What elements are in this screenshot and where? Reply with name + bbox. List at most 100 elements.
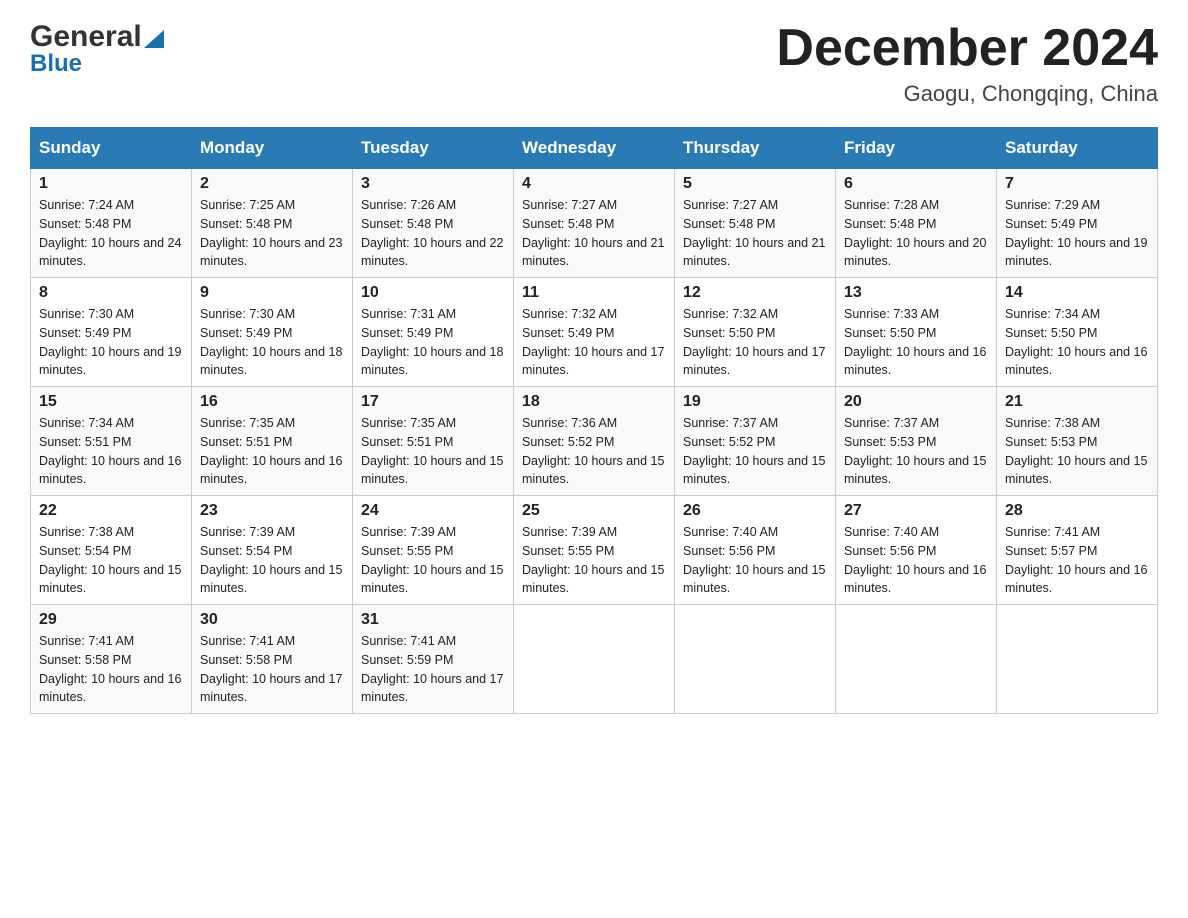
- day-number: 28: [1005, 502, 1149, 520]
- title-block: December 2024 Gaogu, Chongqing, China: [776, 20, 1158, 107]
- day-number: 18: [522, 393, 666, 411]
- calendar-cell: 31Sunrise: 7:41 AMSunset: 5:59 PMDayligh…: [353, 605, 514, 714]
- day-number: 10: [361, 284, 505, 302]
- calendar-cell: 11 Sunrise: 7:32 AMSunset: 5:49 PMDayligh…: [514, 278, 675, 387]
- day-info: Sunrise: 7:34 AMSunset: 5:50 PMDaylight:…: [1005, 305, 1149, 380]
- day-number: 3: [361, 175, 505, 193]
- day-info: Sunrise: 7:37 AMSunset: 5:53 PMDaylight:…: [844, 414, 988, 489]
- calendar-cell: [675, 605, 836, 714]
- header-friday: Friday: [836, 128, 997, 169]
- day-number: 25: [522, 502, 666, 520]
- calendar-cell: 4 Sunrise: 7:27 AMSunset: 5:48 PMDaylight…: [514, 169, 675, 278]
- calendar-header-row: SundayMondayTuesdayWednesdayThursdayFrid…: [31, 128, 1158, 169]
- day-number: 8: [39, 284, 183, 302]
- calendar-cell: 21 Sunrise: 7:38 AMSunset: 5:53 PMDayligh…: [997, 387, 1158, 496]
- calendar-cell: 1 Sunrise: 7:24 AMSunset: 5:48 PMDaylight…: [31, 169, 192, 278]
- day-number: 7: [1005, 175, 1149, 193]
- day-number: 13: [844, 284, 988, 302]
- calendar-week-row: 1 Sunrise: 7:24 AMSunset: 5:48 PMDaylight…: [31, 169, 1158, 278]
- day-number: 26: [683, 502, 827, 520]
- day-info: Sunrise: 7:39 AMSunset: 5:55 PMDaylight:…: [522, 523, 666, 598]
- day-info: Sunrise: 7:31 AMSunset: 5:49 PMDaylight:…: [361, 305, 505, 380]
- calendar-cell: 27 Sunrise: 7:40 AMSunset: 5:56 PMDayligh…: [836, 496, 997, 605]
- calendar-cell: [836, 605, 997, 714]
- calendar-cell: 9 Sunrise: 7:30 AMSunset: 5:49 PMDaylight…: [192, 278, 353, 387]
- calendar-cell: 30 Sunrise: 7:41 AMSunset: 5:58 PMDayligh…: [192, 605, 353, 714]
- day-number: 23: [200, 502, 344, 520]
- day-info: Sunrise: 7:39 AMSunset: 5:55 PMDaylight:…: [361, 523, 505, 598]
- day-info: Sunrise: 7:24 AMSunset: 5:48 PMDaylight:…: [39, 196, 183, 271]
- day-info: Sunrise: 7:39 AMSunset: 5:54 PMDaylight:…: [200, 523, 344, 598]
- day-number: 14: [1005, 284, 1149, 302]
- calendar-cell: 24 Sunrise: 7:39 AMSunset: 5:55 PMDayligh…: [353, 496, 514, 605]
- calendar-cell: 15 Sunrise: 7:34 AMSunset: 5:51 PMDayligh…: [31, 387, 192, 496]
- calendar-cell: 3Sunrise: 7:26 AMSunset: 5:48 PMDaylight…: [353, 169, 514, 278]
- day-number: 27: [844, 502, 988, 520]
- day-number: 5: [683, 175, 827, 193]
- calendar-cell: 12Sunrise: 7:32 AMSunset: 5:50 PMDayligh…: [675, 278, 836, 387]
- calendar-cell: 7 Sunrise: 7:29 AMSunset: 5:49 PMDaylight…: [997, 169, 1158, 278]
- day-info: Sunrise: 7:29 AMSunset: 5:49 PMDaylight:…: [1005, 196, 1149, 271]
- calendar-cell: 18Sunrise: 7:36 AMSunset: 5:52 PMDayligh…: [514, 387, 675, 496]
- day-info: Sunrise: 7:28 AMSunset: 5:48 PMDaylight:…: [844, 196, 988, 271]
- calendar-cell: [997, 605, 1158, 714]
- calendar-cell: 17 Sunrise: 7:35 AMSunset: 5:51 PMDayligh…: [353, 387, 514, 496]
- day-info: Sunrise: 7:38 AMSunset: 5:53 PMDaylight:…: [1005, 414, 1149, 489]
- logo-general: General: [30, 20, 142, 54]
- calendar-cell: 8 Sunrise: 7:30 AMSunset: 5:49 PMDaylight…: [31, 278, 192, 387]
- calendar-subtitle: Gaogu, Chongqing, China: [776, 81, 1158, 107]
- day-info: Sunrise: 7:38 AMSunset: 5:54 PMDaylight:…: [39, 523, 183, 598]
- day-info: Sunrise: 7:41 AMSunset: 5:58 PMDaylight:…: [39, 632, 183, 707]
- calendar-cell: 26 Sunrise: 7:40 AMSunset: 5:56 PMDayligh…: [675, 496, 836, 605]
- day-info: Sunrise: 7:35 AMSunset: 5:51 PMDaylight:…: [361, 414, 505, 489]
- page-header: General Blue December 2024 Gaogu, Chongq…: [30, 20, 1158, 107]
- calendar-cell: 5 Sunrise: 7:27 AMSunset: 5:48 PMDaylight…: [675, 169, 836, 278]
- logo-triangle-icon: [144, 26, 164, 48]
- day-number: 30: [200, 611, 344, 629]
- day-info: Sunrise: 7:41 AMSunset: 5:57 PMDaylight:…: [1005, 523, 1149, 598]
- day-info: Sunrise: 7:27 AMSunset: 5:48 PMDaylight:…: [522, 196, 666, 271]
- calendar-cell: 16Sunrise: 7:35 AMSunset: 5:51 PMDayligh…: [192, 387, 353, 496]
- day-number: 17: [361, 393, 505, 411]
- day-number: 2: [200, 175, 344, 193]
- calendar-cell: 22 Sunrise: 7:38 AMSunset: 5:54 PMDayligh…: [31, 496, 192, 605]
- day-info: Sunrise: 7:32 AMSunset: 5:49 PMDaylight:…: [522, 305, 666, 380]
- day-info: Sunrise: 7:41 AMSunset: 5:58 PMDaylight:…: [200, 632, 344, 707]
- calendar-cell: 20Sunrise: 7:37 AMSunset: 5:53 PMDayligh…: [836, 387, 997, 496]
- calendar-cell: 19 Sunrise: 7:37 AMSunset: 5:52 PMDayligh…: [675, 387, 836, 496]
- calendar-cell: 29Sunrise: 7:41 AMSunset: 5:58 PMDayligh…: [31, 605, 192, 714]
- day-info: Sunrise: 7:35 AMSunset: 5:51 PMDaylight:…: [200, 414, 344, 489]
- day-info: Sunrise: 7:40 AMSunset: 5:56 PMDaylight:…: [844, 523, 988, 598]
- day-number: 19: [683, 393, 827, 411]
- day-info: Sunrise: 7:30 AMSunset: 5:49 PMDaylight:…: [39, 305, 183, 380]
- day-info: Sunrise: 7:25 AMSunset: 5:48 PMDaylight:…: [200, 196, 344, 271]
- calendar-week-row: 15 Sunrise: 7:34 AMSunset: 5:51 PMDayligh…: [31, 387, 1158, 496]
- logo: General Blue: [30, 20, 164, 78]
- logo-blue: Blue: [30, 50, 82, 78]
- day-info: Sunrise: 7:30 AMSunset: 5:49 PMDaylight:…: [200, 305, 344, 380]
- day-info: Sunrise: 7:27 AMSunset: 5:48 PMDaylight:…: [683, 196, 827, 271]
- day-number: 4: [522, 175, 666, 193]
- header-tuesday: Tuesday: [353, 128, 514, 169]
- day-number: 6: [844, 175, 988, 193]
- day-number: 9: [200, 284, 344, 302]
- calendar-cell: 6 Sunrise: 7:28 AMSunset: 5:48 PMDaylight…: [836, 169, 997, 278]
- day-info: Sunrise: 7:40 AMSunset: 5:56 PMDaylight:…: [683, 523, 827, 598]
- calendar-cell: 28 Sunrise: 7:41 AMSunset: 5:57 PMDayligh…: [997, 496, 1158, 605]
- calendar-week-row: 22 Sunrise: 7:38 AMSunset: 5:54 PMDayligh…: [31, 496, 1158, 605]
- calendar-week-row: 29Sunrise: 7:41 AMSunset: 5:58 PMDayligh…: [31, 605, 1158, 714]
- day-number: 15: [39, 393, 183, 411]
- day-number: 22: [39, 502, 183, 520]
- day-number: 21: [1005, 393, 1149, 411]
- day-info: Sunrise: 7:37 AMSunset: 5:52 PMDaylight:…: [683, 414, 827, 489]
- calendar-cell: 25 Sunrise: 7:39 AMSunset: 5:55 PMDayligh…: [514, 496, 675, 605]
- header-saturday: Saturday: [997, 128, 1158, 169]
- day-number: 11: [522, 284, 666, 302]
- day-number: 24: [361, 502, 505, 520]
- calendar-title: December 2024: [776, 20, 1158, 77]
- day-number: 1: [39, 175, 183, 193]
- header-sunday: Sunday: [31, 128, 192, 169]
- calendar-week-row: 8 Sunrise: 7:30 AMSunset: 5:49 PMDaylight…: [31, 278, 1158, 387]
- header-thursday: Thursday: [675, 128, 836, 169]
- day-info: Sunrise: 7:34 AMSunset: 5:51 PMDaylight:…: [39, 414, 183, 489]
